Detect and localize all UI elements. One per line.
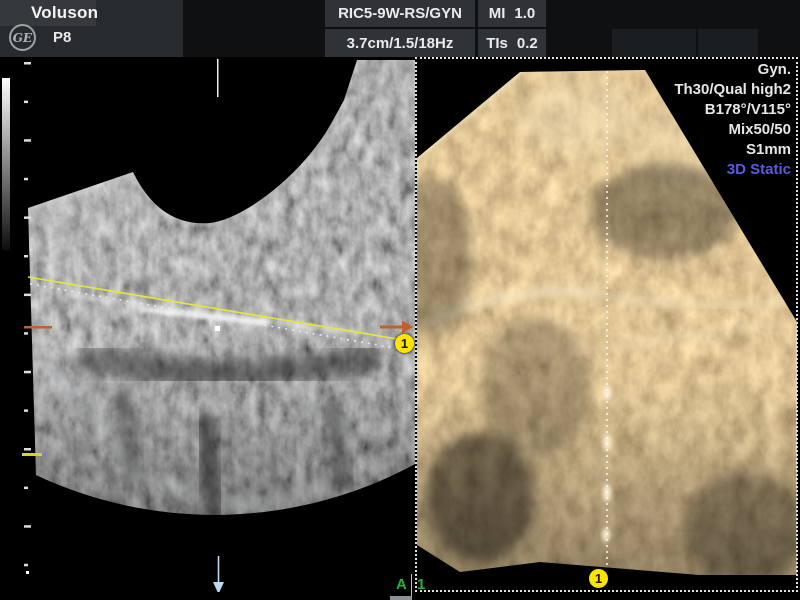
measure-cursor-dot-icon [215,326,220,331]
caliper-marker-1-left[interactable]: 1 [395,334,414,353]
mode-status-text: 3D Static [674,160,791,180]
mi-value: 1.0 [514,5,535,22]
empty-status-cell [612,29,696,57]
bmode-tissue-texture [0,57,415,592]
model-name: P8 [53,29,71,46]
info-line: S1mm [674,140,791,160]
grayscale-map-bar [2,78,10,250]
info-line: Mix50/50 [674,120,791,140]
ge-logo-icon: GE [9,24,36,51]
depth-frequency-indicator: 3.7cm/1.5/18Hz [325,29,475,57]
plane-label-a: A [396,576,407,593]
tis-label: TIs [486,35,508,52]
probe-orientation-top-marker-icon [217,59,219,97]
bmode-ultrasound-image [0,57,415,592]
header-bar: Voluson GE P8 RIC5-9W-RS/GYN MI 1.0 3.7cm… [0,0,800,57]
probe-orientation-arrow-icon [213,556,224,592]
plane-label-divider [411,574,412,596]
plane-label-1: 1 [417,576,425,593]
focus-marker-yellow-icon [22,453,42,456]
bmode-image-panel[interactable] [0,57,415,592]
acquisition-info-text: Gyn. Th30/Qual high2 B178°/V115° Mix50/5… [674,60,791,180]
tgc-dot-icon [26,571,29,574]
voluson-ultrasound-screen: { "header": { "brand": "Voluson", "model… [0,0,800,600]
caliper-marker-1-right[interactable]: 1 [589,569,608,588]
tis-value: 0.2 [517,35,538,52]
probe-indicator: RIC5-9W-RS/GYN [325,0,475,27]
info-line: B178°/V115° [674,100,791,120]
brand-name: Voluson [31,3,98,23]
render-3d-panel[interactable]: Gyn. Th30/Qual high2 B178°/V115° Mix50/5… [415,57,798,592]
tis-indicator: TIs 0.2 [478,29,546,57]
info-line: Gyn. [674,60,791,80]
info-line: Th30/Qual high2 [674,80,791,100]
depth-ruler [24,62,31,566]
empty-status-cell [698,29,758,57]
focus-marker-left-icon [24,326,52,329]
bottom-scroll-widget[interactable] [390,596,412,600]
mi-label: MI [489,5,506,22]
mi-indicator: MI 1.0 [478,0,546,27]
brand-block: Voluson GE P8 [0,0,183,57]
